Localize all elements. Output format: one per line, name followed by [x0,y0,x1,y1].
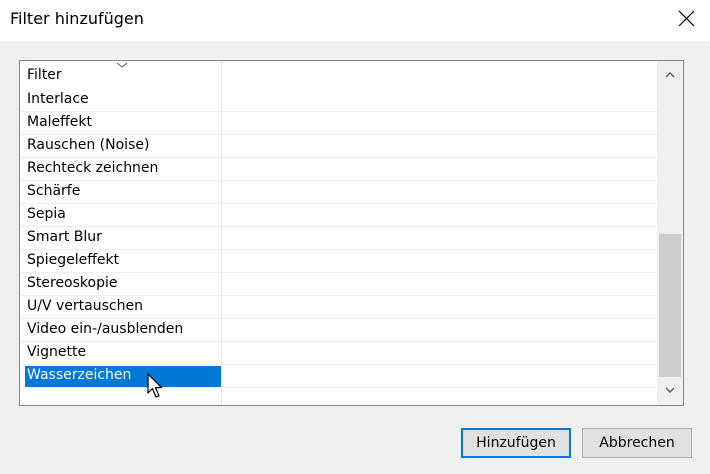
cancel-button[interactable]: Abbrechen [582,428,692,458]
scroll-thumb[interactable] [659,234,681,377]
scroll-down-button[interactable] [657,377,683,405]
list-item[interactable]: Sepia [20,204,657,227]
filter-list[interactable]: Filter Interlace Maleffekt Rauschen (Noise… [19,60,684,406]
list-item-label: Spiegeleffekt [27,252,120,268]
chevron-down-icon [665,387,675,394]
list-item-label: Schärfe [27,183,81,199]
list-item-label: Vignette [27,344,87,360]
sort-descending-icon [116,62,128,68]
list-item-label: Video ein-/ausblenden [27,321,184,337]
list-item-label: Wasserzeichen [27,367,132,383]
mouse-cursor-icon [147,373,163,398]
add-filter-dialog: Filter hinzufügen Filter Interlace Maleff… [0,0,710,474]
list-item[interactable]: Smart Blur [20,227,657,250]
list-item[interactable]: Wasserzeichen [20,365,657,388]
list-item[interactable]: Maleffekt [20,112,657,135]
vertical-scrollbar[interactable] [657,61,683,405]
list-item[interactable]: Interlace [20,89,657,112]
close-button[interactable] [663,0,710,41]
add-button[interactable]: Hinzufügen [461,428,571,458]
list-item[interactable]: U/V vertauschen [20,296,657,319]
list-item[interactable]: Video ein-/ausblenden [20,319,657,342]
list-item[interactable]: Vignette [20,342,657,365]
chevron-up-icon [665,71,675,78]
list-item-label: Stereoskopie [27,275,118,291]
close-icon [678,10,695,27]
column-header-label: Filter [27,67,62,83]
list-item-label: Rauschen (Noise) [27,137,150,153]
list-item[interactable]: Schärfe [20,181,657,204]
list-item[interactable]: Rauschen (Noise) [20,135,657,158]
list-item-label: Interlace [27,91,89,107]
list-item-label: Smart Blur [27,229,102,245]
column-header-filter[interactable]: Filter [20,61,221,88]
list-item[interactable]: Rechteck zeichnen [20,158,657,181]
scroll-up-button[interactable] [657,61,683,89]
list-item-label: Rechteck zeichnen [27,160,159,176]
dialog-title: Filter hinzufügen [10,9,144,28]
list-item-label: Maleffekt [27,114,93,130]
list-item[interactable]: Spiegeleffekt [20,250,657,273]
title-bar: Filter hinzufügen [0,0,710,41]
list-item-label: U/V vertauschen [27,298,143,314]
list-item[interactable]: Stereoskopie [20,273,657,296]
list-item-label: Sepia [27,206,66,222]
